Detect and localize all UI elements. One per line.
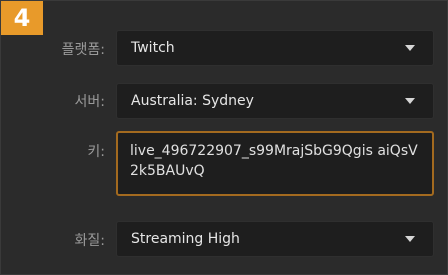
platform-value: Twitch <box>131 40 175 56</box>
platform-label: 플랫폼: <box>61 42 105 58</box>
chevron-down-icon <box>405 98 415 104</box>
server-dropdown[interactable]: Australia: Sydney <box>116 83 434 119</box>
chevron-down-icon <box>405 236 415 242</box>
server-value: Australia: Sydney <box>131 93 254 109</box>
server-label: 서버: <box>74 94 105 110</box>
stream-key-field[interactable]: live_496722907_s99MrajSbG9Qgis aiQsV2k5B… <box>116 131 434 196</box>
platform-dropdown[interactable]: Twitch <box>116 30 434 66</box>
streaming-settings-panel: 4 플랫폼: Twitch 서버: Australia: Sydney 키: l… <box>0 0 448 275</box>
chevron-down-icon <box>405 45 415 51</box>
quality-label: 화질: <box>74 233 105 249</box>
quality-dropdown[interactable]: Streaming High <box>116 221 434 257</box>
quality-value: Streaming High <box>131 231 240 247</box>
step-number-badge: 4 <box>1 1 43 35</box>
key-label: 키: <box>87 144 105 160</box>
